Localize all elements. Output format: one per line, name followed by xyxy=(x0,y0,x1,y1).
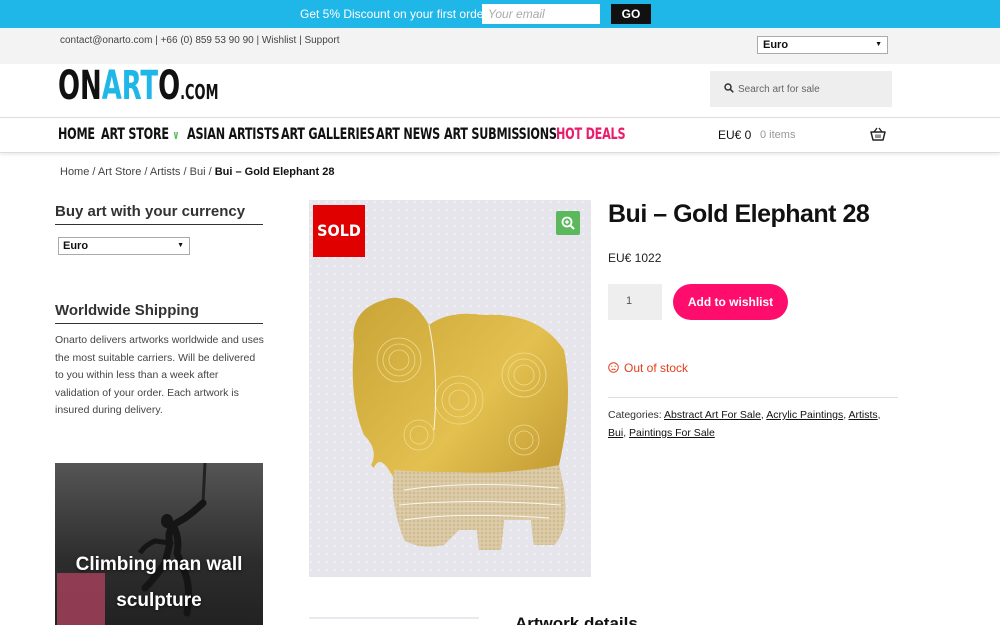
breadcrumb-separator: / xyxy=(180,166,190,178)
sold-badge: SOLD xyxy=(313,205,365,257)
top-info-bar: contact@onarto.com | +66 (0) 859 53 90 9… xyxy=(0,28,1000,64)
sculpture-promo-card[interactable]: Climbing man wall sculpture xyxy=(55,463,263,625)
category-link[interactable]: Bui xyxy=(608,427,623,439)
breadcrumb-separator: / xyxy=(89,166,98,178)
stock-status-text: Out of stock xyxy=(624,361,689,375)
nav-item-art-store-label: ART STORE xyxy=(101,124,169,143)
category-link[interactable]: Abstract Art For Sale xyxy=(664,409,761,421)
sidebar-currency-select[interactable]: Euro ▼ xyxy=(58,237,190,255)
nav-item-home[interactable]: HOME xyxy=(58,124,95,143)
sad-face-icon xyxy=(608,362,619,373)
nav-item-hot-deals[interactable]: HOT DEALS xyxy=(556,124,626,143)
nav-item-asian-artists[interactable]: ASIAN ARTISTS xyxy=(187,124,280,143)
currency-widget-title: Buy art with your currency xyxy=(55,203,263,225)
shipping-text: Onarto delivers artworks worldwide and u… xyxy=(55,334,264,416)
quantity-input[interactable]: 1 xyxy=(608,284,662,320)
category-link[interactable]: Artists xyxy=(848,409,877,421)
breadcrumb-bui[interactable]: Bui xyxy=(190,166,206,178)
cart-count[interactable]: 0 items xyxy=(760,129,795,141)
logo-part-on: ON xyxy=(58,63,102,109)
breadcrumb-separator: / xyxy=(205,166,215,178)
breadcrumb-home[interactable]: Home xyxy=(60,166,89,178)
breadcrumb: Home / Art Store / Artists / Bui / Bui –… xyxy=(60,166,334,178)
artwork-details-title: Artwork details xyxy=(515,614,638,625)
nav-item-art-news[interactable]: ART NEWS xyxy=(376,124,440,143)
product-categories: Categories: Abstract Art For Sale, Acryl… xyxy=(608,397,898,442)
logo-suffix: .COM xyxy=(180,80,219,104)
header-currency-select[interactable]: Euro ▼ xyxy=(757,36,888,54)
stock-status: Out of stock xyxy=(608,361,688,375)
breadcrumb-artists[interactable]: Artists xyxy=(150,166,181,178)
category-link[interactable]: Acrylic Paintings xyxy=(766,409,843,421)
breadcrumb-separator: / xyxy=(141,166,150,178)
sidebar-currency-value: Euro xyxy=(63,240,89,252)
zoom-in-icon xyxy=(561,216,575,230)
logo-part-art: ART xyxy=(101,63,159,109)
nav-item-art-galleries[interactable]: ART GALLERIES xyxy=(281,124,375,143)
zoom-button[interactable] xyxy=(556,211,580,235)
nav-item-art-submissions[interactable]: ART SUBMISSIONS xyxy=(444,124,557,143)
search-input[interactable] xyxy=(738,79,888,99)
chevron-down-icon: ∨ xyxy=(172,128,180,142)
main-nav: HOME ART STORE ∨ ASIAN ARTISTS ART GALLE… xyxy=(0,117,1000,153)
tab-divider xyxy=(309,617,479,619)
categories-label: Categories: xyxy=(608,409,662,421)
cart-total[interactable]: EU€ 0 xyxy=(718,128,751,142)
logo-part-o: O xyxy=(158,63,181,109)
search-icon xyxy=(724,83,734,93)
product-title: Bui – Gold Elephant 28 xyxy=(608,200,870,228)
category-link[interactable]: Paintings For Sale xyxy=(629,427,715,439)
contact-links[interactable]: contact@onarto.com | +66 (0) 859 53 90 9… xyxy=(60,35,339,46)
site-logo[interactable]: ONARTO.COM xyxy=(58,66,281,112)
breadcrumb-current: Bui – Gold Elephant 28 xyxy=(214,166,335,178)
select-caret-icon: ▼ xyxy=(177,242,184,249)
nav-item-art-store[interactable]: ART STORE ∨ xyxy=(101,124,179,143)
promo-email-input[interactable] xyxy=(482,4,600,24)
add-to-wishlist-button[interactable]: Add to wishlist xyxy=(673,284,788,320)
header-currency-value: Euro xyxy=(763,39,789,51)
search-box[interactable] xyxy=(710,71,892,107)
promo-text: Get 5% Discount on your first order xyxy=(300,7,488,21)
promo-bar: Get 5% Discount on your first order GO xyxy=(0,0,1000,28)
shipping-widget-title: Worldwide Shipping xyxy=(55,302,263,324)
breadcrumb-art-store[interactable]: Art Store xyxy=(98,166,141,178)
promo-go-button[interactable]: GO xyxy=(611,4,651,24)
promo-card-title: Climbing man wall sculpture xyxy=(75,554,243,611)
basket-icon[interactable] xyxy=(870,127,886,141)
select-caret-icon: ▼ xyxy=(875,41,882,48)
product-price: EU€ 1022 xyxy=(608,251,662,265)
